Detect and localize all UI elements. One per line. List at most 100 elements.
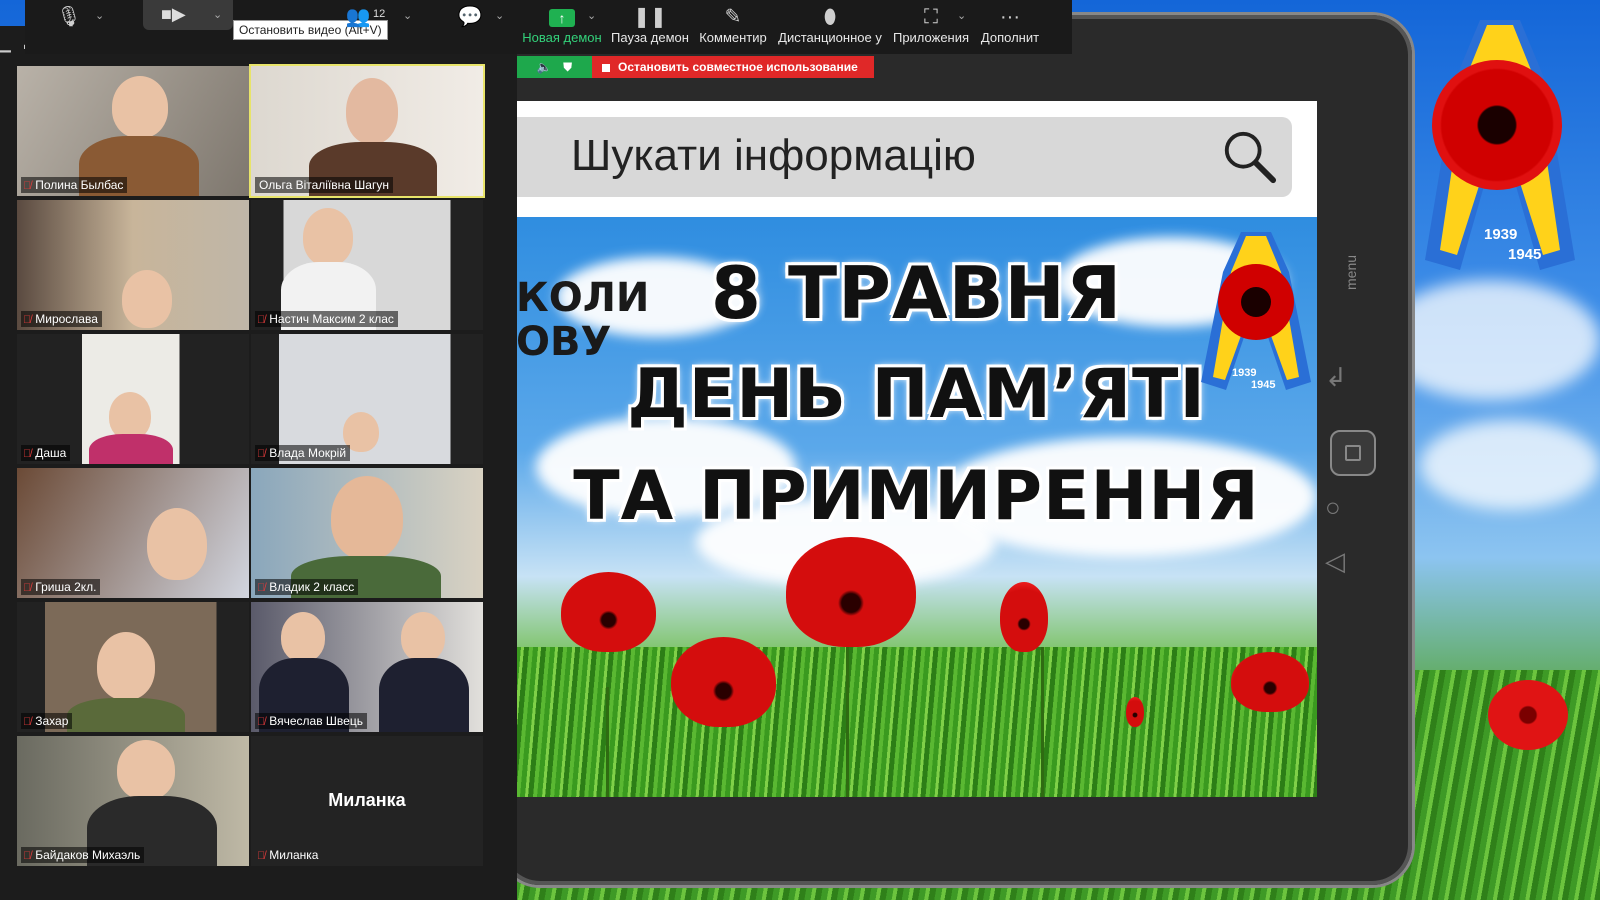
participant-face <box>109 392 151 440</box>
participant-name: 🎙̸ Даша <box>21 445 71 461</box>
slide-title-line-2: ДЕНЬ ПАМ’ЯТІ <box>627 355 1206 434</box>
participant-name: 🎙̸ Байдаков Михаэль <box>21 847 145 863</box>
mouse-icon: ⬮ <box>823 6 837 28</box>
audio-options-caret-icon[interactable]: ⌄ <box>95 9 104 22</box>
poppy-flower <box>671 637 776 727</box>
participant-tile[interactable]: 🎙̸ Захар <box>17 602 249 732</box>
participant-face <box>346 78 398 144</box>
participant-name: 🎙̸ Влада Мокрій <box>255 445 351 461</box>
remote-control-button[interactable]: ⬮ Дистанционное у <box>777 0 883 54</box>
participant-face <box>97 632 155 700</box>
muted-mic-icon: 🎙̸ <box>257 850 266 862</box>
participant-tile[interactable]: 🎙̸ Полина Былбас <box>17 66 249 196</box>
participant-tile[interactable]: 🎙̸ Владик 2 класс <box>251 468 483 598</box>
stop-video-button[interactable]: ■▶ ⌄ <box>143 0 233 30</box>
participant-tile[interactable]: 🎙̸ Мирослава <box>17 200 249 330</box>
participant-body <box>89 434 173 464</box>
desktop-poppy-flower <box>1488 680 1568 750</box>
pause-share-button[interactable]: ❚❚ Пауза демон <box>611 0 689 54</box>
participant-name: 🎙̸ Миланка <box>257 848 319 862</box>
poppy-flower <box>786 537 916 647</box>
participant-face <box>147 508 207 580</box>
tablet-back-icon[interactable]: ↲ <box>1325 362 1347 393</box>
slide-grass <box>516 647 1317 797</box>
tablet-frame: Шукати інформацію КОЛИ ОВУ 8 ТРАВНЯ ДЕНЬ… <box>500 15 1412 885</box>
muted-mic-icon: 🎙̸ <box>23 850 32 862</box>
participants-icon: 👥 <box>345 6 371 28</box>
mute-button[interactable]: 🎙 <box>55 0 83 54</box>
share-options-caret-icon[interactable]: ⌄ <box>587 9 596 22</box>
slide-title-date: 8 ТРАВНЯ <box>710 251 1123 335</box>
poppy-flower <box>561 572 656 652</box>
magnifier-icon <box>1224 131 1277 184</box>
participant-no-video-name: Миланка <box>328 790 406 810</box>
muted-mic-icon: 🎙̸ <box>23 448 32 460</box>
stop-square-icon <box>602 63 610 72</box>
muted-mic-icon: 🎙̸ <box>23 716 32 728</box>
sharing-status-bar: 🔈 ⛊ Остановить совместное использование <box>517 56 874 78</box>
slide-year-end: 1945 <box>1251 379 1276 391</box>
tablet-home-button[interactable] <box>1330 430 1376 476</box>
participant-face <box>122 270 172 328</box>
slide-title-line-3: ТА ПРИМИРЕННЯ <box>573 457 1260 536</box>
annotate-button[interactable]: ✎ Комментир <box>697 0 769 54</box>
more-button[interactable]: ··· Дополнит <box>979 0 1041 54</box>
chat-button[interactable]: 💬 <box>455 0 485 54</box>
slide-search-bar: Шукати інформацію <box>516 117 1292 197</box>
participants-count: 12 <box>373 8 386 20</box>
participants-button[interactable]: 👥 <box>343 0 373 54</box>
participant-tile[interactable]: 🎙̸ Даша <box>17 334 249 464</box>
participant-face <box>303 208 353 266</box>
participant-face <box>401 612 445 662</box>
poppy-stem <box>606 687 609 797</box>
participants-caret-icon[interactable]: ⌄ <box>403 9 412 22</box>
poppy-bud <box>1126 697 1144 727</box>
desktop-cloud <box>1420 420 1600 510</box>
participant-gallery: ▁ ▬ ☰ ▦ 🎙̸Полина Былбас Ольга Віталіївна… <box>0 26 517 900</box>
pen-icon: ✎ <box>724 6 742 28</box>
participant-body <box>379 658 469 732</box>
participant-name: 🎙̸ Мирослава <box>21 311 102 327</box>
desktop-year-end: 1945 <box>1508 246 1542 263</box>
poppy-stem <box>1041 647 1044 797</box>
participant-tile-no-video[interactable]: Миланка 🎙̸ Миланка <box>251 736 483 866</box>
participant-tile[interactable]: 🎙̸ Настич Максим 2 клас <box>251 200 483 330</box>
apps-caret-icon[interactable]: ⌄ <box>957 9 966 22</box>
participant-face <box>281 612 325 662</box>
participant-name: 🎙̸ Захар <box>21 713 73 729</box>
participant-tile[interactable]: 🎙̸ Байдаков Михаэль <box>17 736 249 866</box>
minimize-view-icon[interactable]: ▁ <box>0 36 11 53</box>
participant-tile[interactable]: 🎙̸ Гриша 2кл. <box>17 468 249 598</box>
participant-face <box>331 476 403 560</box>
muted-mic-icon: 🎙̸ <box>23 582 32 594</box>
share-screen-icon: ↑ <box>549 9 575 27</box>
participant-tile-active-speaker[interactable]: Ольга Віталіївна Шагун <box>249 64 485 198</box>
slide-search-text: Шукати інформацію <box>571 131 976 180</box>
participant-name: 🎙̸ Вячеслав Швець <box>255 713 367 729</box>
participant-name: Ольга Віталіївна Шагун <box>255 177 393 193</box>
participant-tile[interactable]: 🎙̸ Вячеслав Швець <box>251 602 483 732</box>
muted-mic-icon: 🎙̸ <box>23 314 32 326</box>
video-options-caret-icon[interactable]: ⌄ <box>213 8 222 21</box>
shield-icon: ⛊ <box>563 60 573 74</box>
chat-icon: 💬 <box>457 6 483 28</box>
tablet-menu-label: menu <box>1343 254 1359 290</box>
tablet-return-icon[interactable]: ◁ <box>1325 546 1345 577</box>
desktop-year-start: 1939 <box>1484 226 1518 243</box>
meeting-toolbar: 🎙 ⌄ ■▶ ⌄ Остановить видео (Alt+V) 👥 12 ⌄… <box>25 0 1072 54</box>
chat-caret-icon[interactable]: ⌄ <box>495 9 504 22</box>
participant-tile[interactable]: 🎙̸ Влада Мокрій <box>251 334 483 464</box>
camera-icon: ■▶ <box>161 4 186 24</box>
poppy-flower <box>1231 652 1309 712</box>
more-icon: ··· <box>1000 6 1020 28</box>
participant-name: 🎙̸ Владик 2 класс <box>255 579 359 595</box>
tablet-search-icon[interactable]: ○ <box>1325 492 1341 523</box>
participant-name: 🎙̸ Гриша 2кл. <box>21 579 101 595</box>
desktop-poppy-icon <box>1432 60 1562 190</box>
poppy-flower <box>1000 582 1048 652</box>
stop-share-button[interactable]: Остановить совместное использование <box>592 56 874 78</box>
desktop-cloud <box>1380 280 1600 400</box>
microphone-icon: 🎙 <box>56 6 82 28</box>
muted-mic-icon: 🎙̸ <box>257 582 266 594</box>
slide-search-area: Шукати інформацію <box>516 101 1317 213</box>
